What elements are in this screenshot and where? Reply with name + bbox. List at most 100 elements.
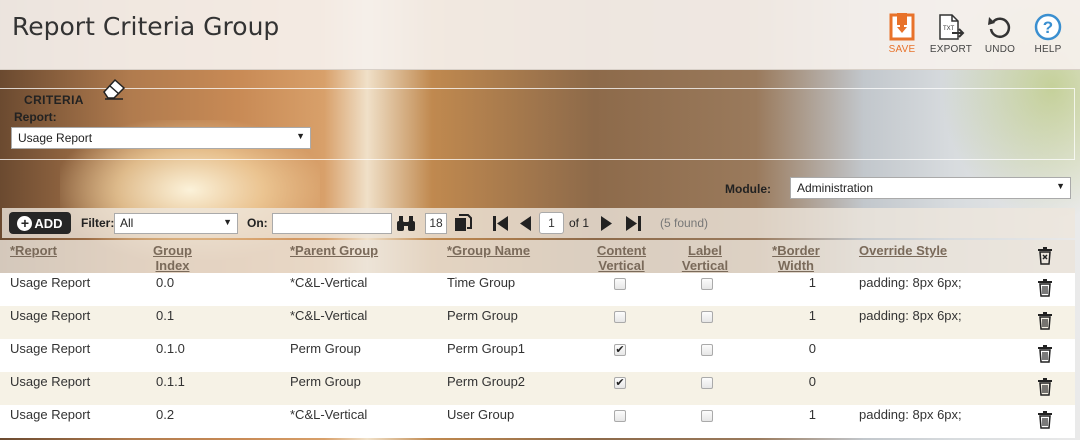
search-input[interactable] — [272, 213, 392, 234]
cell-group-name: Perm Group1 — [447, 341, 526, 356]
previous-page-icon[interactable] — [518, 215, 532, 235]
add-label: ADD — [34, 215, 63, 231]
cell-group-index: 0.1.0 — [156, 341, 185, 356]
svg-text:?: ? — [1043, 18, 1053, 37]
binoculars-icon[interactable] — [396, 214, 416, 235]
svg-text:TXT: TXT — [943, 26, 955, 32]
column-header-group-name[interactable]: *Group Name — [447, 243, 530, 258]
save-icon — [878, 12, 926, 42]
export-label: EXPORT — [929, 44, 973, 55]
content-vertical-checkbox[interactable] — [614, 278, 626, 290]
help-button[interactable]: ? HELP — [1024, 12, 1072, 55]
first-page-icon[interactable] — [492, 215, 509, 235]
table-row[interactable]: Usage Report 0.0 *C&L-Vertical Time Group 1 p… — [0, 273, 1075, 306]
export-icon: TXT — [926, 12, 976, 42]
chevron-down-icon: ▼ — [296, 131, 305, 141]
cell-report: Usage Report — [10, 407, 91, 422]
page-size-field[interactable]: 18 — [425, 213, 447, 234]
table-header: *Report Group Index *Parent Group *Group… — [0, 240, 1075, 273]
next-page-icon[interactable] — [600, 215, 614, 235]
cell-report: Usage Report — [10, 275, 91, 290]
header-line: *Border — [772, 243, 820, 258]
cell-border-width: 1 — [808, 275, 816, 290]
criteria-panel — [0, 88, 1075, 160]
content-vertical-checkbox[interactable]: ✔ — [614, 377, 626, 389]
delete-all-icon[interactable] — [1037, 247, 1053, 268]
cell-border-width: 1 — [808, 308, 816, 323]
content-vertical-checkbox[interactable] — [614, 311, 626, 323]
report-select-value: Usage Report — [18, 131, 93, 145]
header-line: Width — [778, 258, 814, 273]
page-count-label: of 1 — [569, 216, 590, 230]
undo-button[interactable]: UNDO — [976, 12, 1024, 55]
column-header-content-vertical[interactable]: Content Vertical — [594, 243, 649, 273]
trash-icon[interactable] — [1037, 312, 1053, 333]
page-number-input[interactable]: 1 — [539, 212, 564, 234]
table-row[interactable]: Usage Report 0.1.1 Perm Group Perm Group2 0 ✔ — [0, 372, 1075, 405]
cell-border-width: 0 — [808, 374, 816, 389]
report-select[interactable]: Usage Report ▼ — [11, 127, 311, 149]
cell-report: Usage Report — [10, 341, 91, 356]
cell-parent-group: *C&L-Vertical — [290, 275, 368, 290]
last-page-icon[interactable] — [625, 215, 642, 235]
cell-group-index: 0.2 — [156, 407, 175, 422]
undo-icon — [976, 12, 1024, 42]
column-header-parent-group[interactable]: *Parent Group — [290, 243, 378, 258]
plus-icon: + — [17, 215, 33, 231]
header-line: Index — [155, 258, 190, 273]
cell-group-name: Time Group — [447, 275, 516, 290]
cell-override-style: padding: 8px 6px; — [859, 308, 962, 323]
content-vertical-checkbox[interactable]: ✔ — [614, 344, 626, 356]
trash-icon[interactable] — [1037, 345, 1053, 366]
cell-group-name: Perm Group — [447, 308, 518, 323]
cell-parent-group: Perm Group — [290, 341, 361, 356]
save-label: SAVE — [888, 44, 916, 55]
eraser-icon[interactable] — [101, 77, 127, 104]
column-header-label-vertical[interactable]: Label Vertical — [680, 243, 730, 273]
copy-icon[interactable] — [454, 214, 472, 235]
page-title: Report Criteria Group — [12, 12, 280, 41]
save-button[interactable]: SAVE — [878, 12, 926, 55]
module-label: Module: — [725, 182, 771, 196]
chevron-down-icon: ▼ — [223, 217, 232, 227]
cell-report: Usage Report — [10, 374, 91, 389]
cell-group-index: 0.1.1 — [156, 374, 185, 389]
label-vertical-checkbox[interactable] — [701, 278, 713, 290]
filter-select-value: All — [120, 216, 134, 230]
filter-select[interactable]: All ▼ — [114, 213, 238, 234]
toolbar: SAVE TXT EXPORT UNDO ? HELP — [878, 12, 1072, 55]
add-button[interactable]: + ADD — [9, 212, 71, 234]
trash-icon[interactable] — [1037, 378, 1053, 399]
label-vertical-checkbox[interactable] — [701, 410, 713, 422]
label-vertical-checkbox[interactable] — [701, 377, 713, 389]
trash-icon[interactable] — [1037, 279, 1053, 300]
content-vertical-checkbox[interactable] — [614, 410, 626, 422]
on-label: On: — [247, 216, 268, 230]
cell-group-index: 0.1 — [156, 308, 175, 323]
label-vertical-checkbox[interactable] — [701, 311, 713, 323]
table-body: Usage Report 0.0 *C&L-Vertical Time Group 1 p… — [0, 273, 1075, 438]
filter-label: Filter: — [81, 216, 115, 230]
column-header-report[interactable]: *Report — [10, 243, 57, 258]
header-line: Label — [688, 243, 722, 258]
module-select[interactable]: Administration ▼ — [790, 177, 1071, 199]
help-icon: ? — [1024, 12, 1072, 42]
cell-group-name: User Group — [447, 407, 515, 422]
cell-parent-group: *C&L-Vertical — [290, 308, 368, 323]
table-row[interactable]: Usage Report 0.1.0 Perm Group Perm Group1 0 ✔ — [0, 339, 1075, 372]
table-row[interactable]: Usage Report 0.2 *C&L-Vertical User Group 1 p… — [0, 405, 1075, 438]
trash-icon[interactable] — [1037, 411, 1053, 432]
result-count: (5 found) — [660, 216, 709, 230]
undo-label: UNDO — [984, 44, 1016, 55]
table-row[interactable]: Usage Report 0.1 *C&L-Vertical Perm Group 1 p… — [0, 306, 1075, 339]
cell-parent-group: Perm Group — [290, 374, 361, 389]
cell-border-width: 1 — [808, 407, 816, 422]
column-header-group-index[interactable]: Group Index — [153, 243, 192, 273]
cell-override-style: padding: 8px 6px; — [859, 407, 962, 422]
export-button[interactable]: TXT EXPORT — [926, 12, 976, 55]
page-header: Report Criteria Group SAVE TXT EXPORT UN… — [0, 0, 1080, 70]
cell-group-name: Perm Group2 — [447, 374, 526, 389]
column-header-border-width[interactable]: *Border Width — [770, 243, 822, 273]
label-vertical-checkbox[interactable] — [701, 344, 713, 356]
column-header-override-style[interactable]: Override Style — [859, 243, 947, 258]
